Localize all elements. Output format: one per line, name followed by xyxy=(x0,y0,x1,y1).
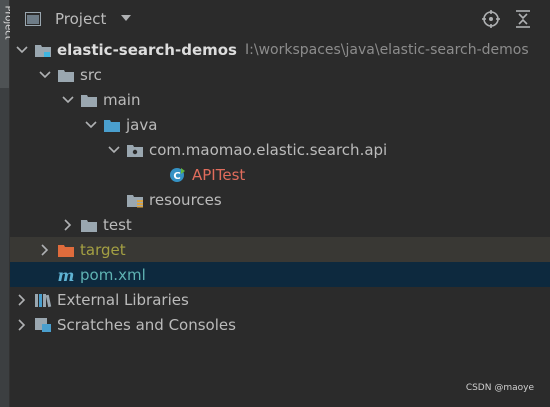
svg-text:m: m xyxy=(58,267,75,283)
excluded-folder-icon xyxy=(57,242,75,258)
tree-node-root[interactable]: elastic-search-demos I:\workspaces\java\… xyxy=(10,37,550,62)
root-name: elastic-search-demos xyxy=(57,40,237,59)
chevron-right-icon[interactable] xyxy=(14,317,30,333)
left-tool-stripe: Project xyxy=(0,0,14,407)
tree-node-pom[interactable]: m pom.xml xyxy=(10,262,550,287)
java-label: java xyxy=(126,115,158,134)
collapse-all-icon[interactable] xyxy=(514,9,532,28)
project-tool-window-tab[interactable]: Project xyxy=(0,0,14,88)
caret-down-icon[interactable] xyxy=(120,12,132,25)
pom-label: pom.xml xyxy=(80,265,146,284)
svg-text:C: C xyxy=(173,171,180,182)
maven-icon: m xyxy=(57,267,75,283)
tree-node-resources[interactable]: resources xyxy=(10,187,550,212)
tree-node-scratches[interactable]: Scratches and Consoles xyxy=(10,312,550,337)
crosshair-icon[interactable] xyxy=(482,9,500,28)
external-libraries-label: External Libraries xyxy=(57,290,189,309)
panel-header: Project xyxy=(10,0,550,37)
chevron-right-icon[interactable] xyxy=(60,217,76,233)
tree-node-src[interactable]: src xyxy=(10,62,550,87)
chevron-down-icon[interactable] xyxy=(14,42,30,58)
root-path: I:\workspaces\java\elastic-search-demos xyxy=(245,41,529,58)
scratches-icon xyxy=(34,317,52,333)
source-folder-icon xyxy=(103,117,121,133)
folder-icon xyxy=(80,92,98,108)
project-window-icon xyxy=(24,11,42,27)
chevron-right-icon[interactable] xyxy=(37,242,53,258)
class-label: APITest xyxy=(192,165,246,184)
target-label: target xyxy=(80,240,126,259)
chevron-down-icon[interactable] xyxy=(83,117,99,133)
tree-node-target[interactable]: target xyxy=(10,237,550,262)
tree-node-package[interactable]: com.maomao.elastic.search.api xyxy=(10,137,550,162)
tree-node-main[interactable]: main xyxy=(10,87,550,112)
tree-node-test[interactable]: test xyxy=(10,212,550,237)
project-panel: Project elastic-search-demos I:\workspac… xyxy=(10,0,550,407)
main-label: main xyxy=(103,90,141,109)
tree-node-java[interactable]: java xyxy=(10,112,550,137)
test-label: test xyxy=(103,215,132,234)
folder-icon xyxy=(80,217,98,233)
module-folder-icon xyxy=(34,42,52,58)
chevron-down-icon[interactable] xyxy=(60,92,76,108)
chevron-down-icon[interactable] xyxy=(37,67,53,83)
panel-title[interactable]: Project xyxy=(55,10,106,28)
tree-node-external-libraries[interactable]: External Libraries xyxy=(10,287,550,312)
package-label: com.maomao.elastic.search.api xyxy=(149,140,388,159)
folder-icon xyxy=(57,67,75,83)
watermark: CSDN @maoye xyxy=(465,383,534,393)
libraries-icon xyxy=(34,292,52,308)
chevron-down-icon[interactable] xyxy=(106,142,122,158)
src-label: src xyxy=(80,65,102,84)
tree-node-class[interactable]: C APITest xyxy=(10,162,550,187)
package-icon xyxy=(126,142,144,158)
resources-folder-icon xyxy=(126,192,144,208)
java-class-icon: C xyxy=(169,167,187,183)
scratches-label: Scratches and Consoles xyxy=(57,315,236,334)
chevron-right-icon[interactable] xyxy=(14,292,30,308)
resources-label: resources xyxy=(149,190,222,209)
